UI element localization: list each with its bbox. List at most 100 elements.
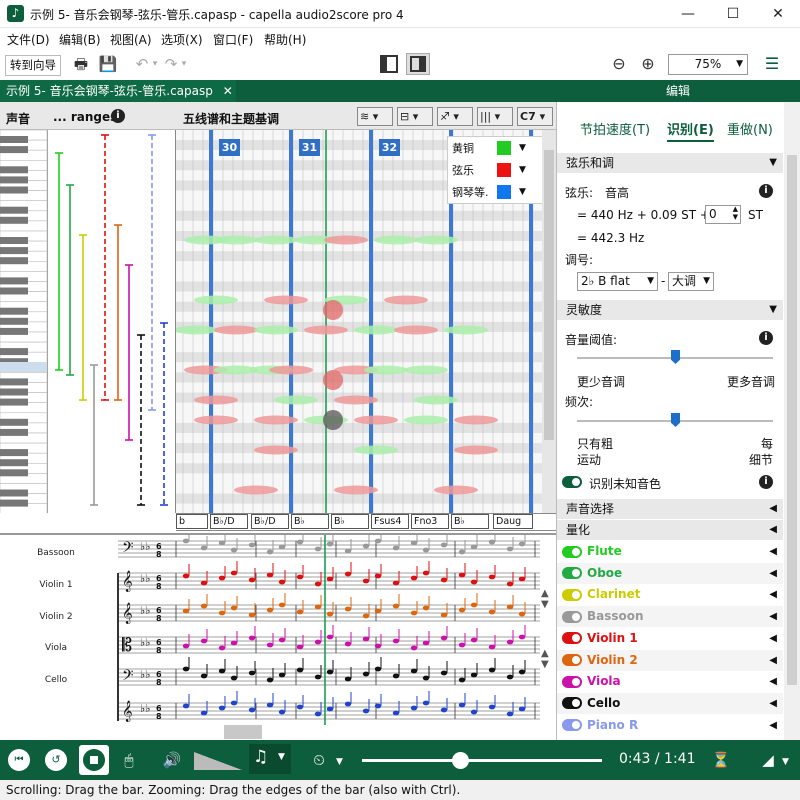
note-head[interactable]	[266, 702, 274, 708]
note-head[interactable]	[314, 639, 322, 645]
note-head[interactable]	[374, 538, 382, 544]
instrument-toggle[interactable]	[562, 675, 582, 688]
note-head[interactable]	[392, 710, 400, 716]
detected-note-marker[interactable]	[323, 300, 343, 320]
note-head[interactable]	[314, 711, 322, 717]
note-head[interactable]	[410, 575, 418, 581]
close-tab-icon[interactable]: ✕	[223, 84, 233, 98]
note-head[interactable]	[392, 545, 400, 551]
note-head[interactable]	[470, 672, 478, 678]
note-head[interactable]	[182, 666, 190, 672]
note-head[interactable]	[230, 570, 238, 576]
note-head[interactable]	[440, 635, 448, 641]
menu-edit[interactable]: 编辑(B)	[59, 31, 101, 48]
note-head[interactable]	[248, 612, 256, 618]
note-head[interactable]	[218, 610, 226, 616]
note-head[interactable]	[362, 613, 370, 619]
note-head[interactable]	[470, 544, 478, 550]
note-head[interactable]	[278, 709, 286, 715]
chord-symbol[interactable]: B♭	[331, 514, 369, 529]
print-icon[interactable]: 🖶	[70, 53, 92, 75]
note-head[interactable]	[200, 545, 208, 551]
instrument-row-cello[interactable]: Cello ◀	[557, 692, 783, 714]
note-head[interactable]	[248, 577, 256, 583]
note-head[interactable]	[314, 674, 322, 680]
scroll-down-icon[interactable]: ▲ ▼	[541, 648, 549, 670]
note-head[interactable]	[278, 672, 286, 678]
stop-button[interactable]	[79, 745, 109, 775]
minimize-button[interactable]: —	[666, 0, 710, 28]
undo-icon[interactable]: ↶	[134, 53, 150, 75]
save-icon[interactable]: 💾	[97, 53, 119, 75]
redo-icon[interactable]: ↷	[163, 53, 179, 75]
note-head[interactable]	[278, 579, 286, 585]
note-view-dropdown[interactable]: ♐ ▾	[437, 107, 473, 126]
note-head[interactable]	[344, 548, 352, 554]
note-head[interactable]	[458, 642, 466, 648]
note-head[interactable]	[248, 670, 256, 676]
tab-recognition[interactable]: 识别(E)	[667, 119, 714, 142]
instrument-row-viola[interactable]: Viola ◀	[557, 671, 783, 693]
note-head[interactable]	[518, 576, 526, 582]
layout-left-panel-icon[interactable]	[380, 55, 398, 73]
bars-dropdown[interactable]: ||| ▾	[477, 107, 513, 126]
note-head[interactable]	[326, 634, 334, 640]
note-head[interactable]	[392, 673, 400, 679]
chord-symbol[interactable]: B♭	[291, 514, 329, 529]
note-head[interactable]	[296, 539, 304, 545]
note-head[interactable]	[218, 540, 226, 546]
note-head[interactable]	[392, 580, 400, 586]
note-head[interactable]	[362, 636, 370, 642]
score-area[interactable]: 𝄢 ♭♭ 6 8 𝄞 ♭♭ 6 8 𝄞 ♭♭ 6 8 𝄡 ♭♭ 6 8 𝄢 ♭♭ 6 8 𝄞 ♭♭ 6 8	[0, 529, 556, 740]
note-head[interactable]	[392, 603, 400, 609]
note-head[interactable]	[266, 572, 274, 578]
note-head[interactable]	[200, 603, 208, 609]
note-head[interactable]	[470, 579, 478, 585]
instrument-row-bassoon[interactable]: Bassoon ◀	[557, 606, 783, 628]
note-head[interactable]	[344, 571, 352, 577]
chord-dropdown[interactable]: C7 ▾	[517, 107, 553, 126]
note-head[interactable]	[344, 701, 352, 707]
note-head[interactable]	[200, 580, 208, 586]
note-head[interactable]	[374, 703, 382, 709]
note-head[interactable]	[326, 611, 334, 617]
info-icon[interactable]: i	[759, 184, 773, 198]
instrument-toggle[interactable]	[562, 545, 582, 558]
note-head[interactable]	[488, 574, 496, 580]
note-head[interactable]	[200, 673, 208, 679]
info-icon[interactable]: i	[111, 109, 125, 123]
menu-options[interactable]: 选项(X)	[161, 31, 203, 48]
note-head[interactable]	[326, 541, 334, 547]
note-head[interactable]	[422, 570, 430, 576]
rewind-icon[interactable]: ↺	[45, 749, 67, 771]
scroll-up-icon[interactable]: ▲ ▼	[541, 588, 549, 610]
note-head[interactable]	[518, 706, 526, 712]
note-head[interactable]	[248, 635, 256, 641]
note-head[interactable]	[182, 643, 190, 649]
signal-icon[interactable]: ◢	[757, 748, 779, 772]
note-head[interactable]	[440, 707, 448, 713]
instrument-toggle[interactable]	[562, 610, 582, 623]
mode-select[interactable]: 大调 ▼	[668, 272, 714, 291]
note-head[interactable]	[440, 542, 448, 548]
note-head[interactable]	[518, 611, 526, 617]
note-head[interactable]	[314, 581, 322, 587]
note-head[interactable]	[374, 608, 382, 614]
note-head[interactable]	[488, 644, 496, 650]
mouse-icon[interactable]: 🖱	[118, 748, 140, 772]
note-head[interactable]	[296, 574, 304, 580]
playback-progress-track[interactable]	[362, 759, 602, 762]
note-head[interactable]	[266, 642, 274, 648]
redo-dropdown-icon[interactable]: ▾	[179, 53, 189, 75]
menu-help[interactable]: 帮助(H)	[264, 31, 306, 48]
note-head[interactable]	[326, 706, 334, 712]
note-head[interactable]	[296, 667, 304, 673]
note-head[interactable]	[362, 671, 370, 677]
note-head[interactable]	[422, 700, 430, 706]
zoom-in-icon[interactable]: ⊕	[637, 53, 659, 75]
score-scroll-thumb[interactable]	[224, 725, 262, 739]
note-head[interactable]	[518, 541, 526, 547]
note-head[interactable]	[230, 700, 238, 706]
note-head[interactable]	[410, 645, 418, 651]
note-head[interactable]	[266, 607, 274, 613]
